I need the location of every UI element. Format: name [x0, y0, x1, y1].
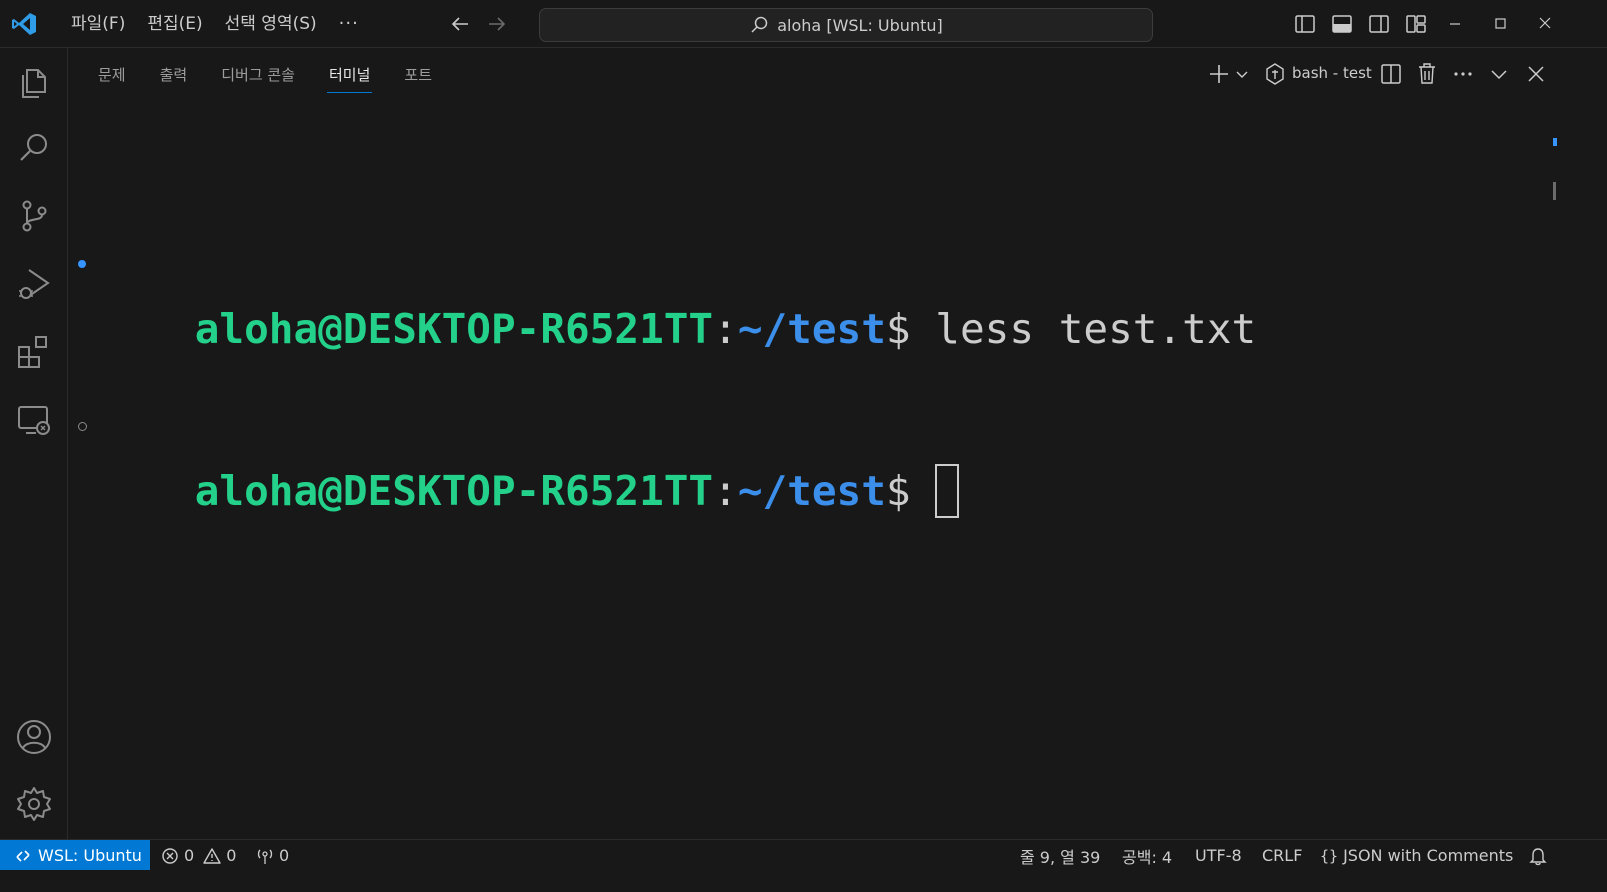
minimize-icon[interactable] [1443, 12, 1467, 36]
run-and-debug-icon[interactable] [14, 264, 54, 304]
source-control-icon[interactable] [14, 196, 54, 236]
prompt-path: ~/test [737, 467, 886, 515]
cursor-position[interactable]: 줄 9, 열 39 [1020, 840, 1100, 871]
error-icon [162, 847, 178, 864]
prompt-colon: : [713, 467, 738, 515]
toggle-primary-sidebar-icon[interactable] [1293, 12, 1317, 36]
settings-gear-icon[interactable] [14, 784, 54, 824]
command-pending-decoration-icon[interactable] [78, 422, 87, 431]
indentation-status[interactable]: 공백: 4 [1122, 840, 1172, 871]
eol-status[interactable]: CRLF [1262, 840, 1302, 871]
chevron-down-icon[interactable] [1235, 60, 1249, 88]
customize-layout-icon[interactable] [1404, 12, 1428, 36]
remote-label: WSL: Ubuntu [38, 846, 142, 865]
account-icon[interactable] [14, 717, 54, 757]
prompt-path: ~/test [737, 305, 886, 353]
terminal-output[interactable]: aloha@DESKTOP-R6521TT:~/test$ less test.… [78, 140, 1256, 518]
terminal-name[interactable]: bash - test [1292, 64, 1372, 82]
terminal-line: aloha@DESKTOP-R6521TT:~/test$ [78, 410, 1256, 518]
braces-icon: {} [1320, 846, 1339, 865]
prompt-user-host: aloha@DESKTOP-R6521TT [194, 305, 714, 353]
error-count: 0 [184, 846, 195, 865]
command-center-search[interactable]: aloha [WSL: Ubuntu] [539, 8, 1153, 42]
menu-selection[interactable]: 선택 영역(S) [214, 8, 328, 40]
trash-icon[interactable] [1416, 60, 1438, 88]
command-text: less test.txt [910, 305, 1257, 353]
terminal-line: aloha@DESKTOP-R6521TT:~/test$ less test.… [78, 248, 1256, 353]
remote-indicator[interactable]: WSL: Ubuntu [0, 840, 150, 871]
tab-problems[interactable]: 문제 [98, 60, 143, 93]
broadcast-icon [257, 849, 273, 864]
toggle-panel-icon[interactable] [1330, 12, 1354, 36]
ports-status[interactable]: 0 [256, 840, 289, 871]
warning-count: 0 [226, 846, 237, 865]
search-icon[interactable] [14, 129, 54, 169]
split-terminal-icon[interactable] [1380, 60, 1402, 88]
panel-tabs: 문제 출력 디버그 콘솔 터미널 포트 [98, 60, 466, 93]
tab-ports[interactable]: 포트 [404, 60, 449, 93]
bash-terminal-icon [1266, 63, 1284, 85]
problems-status[interactable]: 0 0 [161, 840, 236, 871]
menu-file[interactable]: 파일(F) [60, 8, 136, 40]
activity-bar [0, 48, 68, 859]
vscode-logo-icon [12, 13, 36, 35]
close-window-icon[interactable] [1533, 12, 1557, 36]
forward-arrow-icon[interactable] [485, 12, 509, 36]
terminal-cursor [935, 464, 960, 518]
tab-debug-console[interactable]: 디버그 콘솔 [221, 60, 312, 93]
prompt-colon: : [713, 305, 738, 353]
warning-icon [203, 847, 221, 864]
tab-terminal[interactable]: 터미널 [326, 60, 387, 93]
status-bar: WSL: Ubuntu 0 0 0 줄 9, 열 39 공백: 4 UTF-8 … [0, 839, 1607, 871]
new-terminal-plus-icon[interactable] [1208, 60, 1230, 88]
ports-count: 0 [279, 846, 290, 865]
remote-explorer-icon[interactable] [14, 400, 54, 440]
menu-bar: 파일(F) 편집(E) 선택 영역(S) ··· [60, 0, 370, 48]
search-text: aloha [WSL: Ubuntu] [777, 15, 943, 35]
scrollbar-marker [1553, 138, 1557, 146]
toggle-secondary-sidebar-icon[interactable] [1367, 12, 1391, 36]
menu-edit[interactable]: 편집(E) [136, 8, 213, 40]
search-icon [751, 16, 768, 33]
prompt-user-host: aloha@DESKTOP-R6521TT [194, 467, 714, 515]
scrollbar-thumb[interactable] [1553, 182, 1556, 200]
title-bar: 파일(F) 편집(E) 선택 영역(S) ··· aloha [WSL: Ubu… [0, 0, 1607, 48]
language-label: JSON with Comments [1343, 846, 1514, 865]
maximize-panel-chevron-icon[interactable] [1488, 60, 1510, 88]
prompt-dollar: $ [885, 467, 911, 515]
bottom-edge [0, 870, 1607, 892]
back-arrow-icon[interactable] [448, 12, 472, 36]
explorer-icon[interactable] [14, 62, 54, 102]
extensions-icon[interactable] [14, 332, 54, 372]
command-input [911, 467, 936, 515]
notifications-bell-icon[interactable] [1528, 846, 1548, 866]
encoding-status[interactable]: UTF-8 [1195, 840, 1242, 871]
prompt-dollar: $ [885, 305, 911, 353]
tab-output[interactable]: 출력 [160, 60, 205, 93]
command-success-decoration-icon[interactable] [78, 260, 86, 268]
language-mode[interactable]: {} JSON with Comments [1320, 840, 1513, 871]
remote-icon [16, 849, 30, 862]
menu-more-button[interactable]: ··· [328, 8, 370, 40]
more-actions-icon[interactable] [1452, 60, 1474, 88]
close-panel-icon[interactable] [1525, 60, 1547, 88]
maximize-icon[interactable] [1488, 12, 1512, 36]
